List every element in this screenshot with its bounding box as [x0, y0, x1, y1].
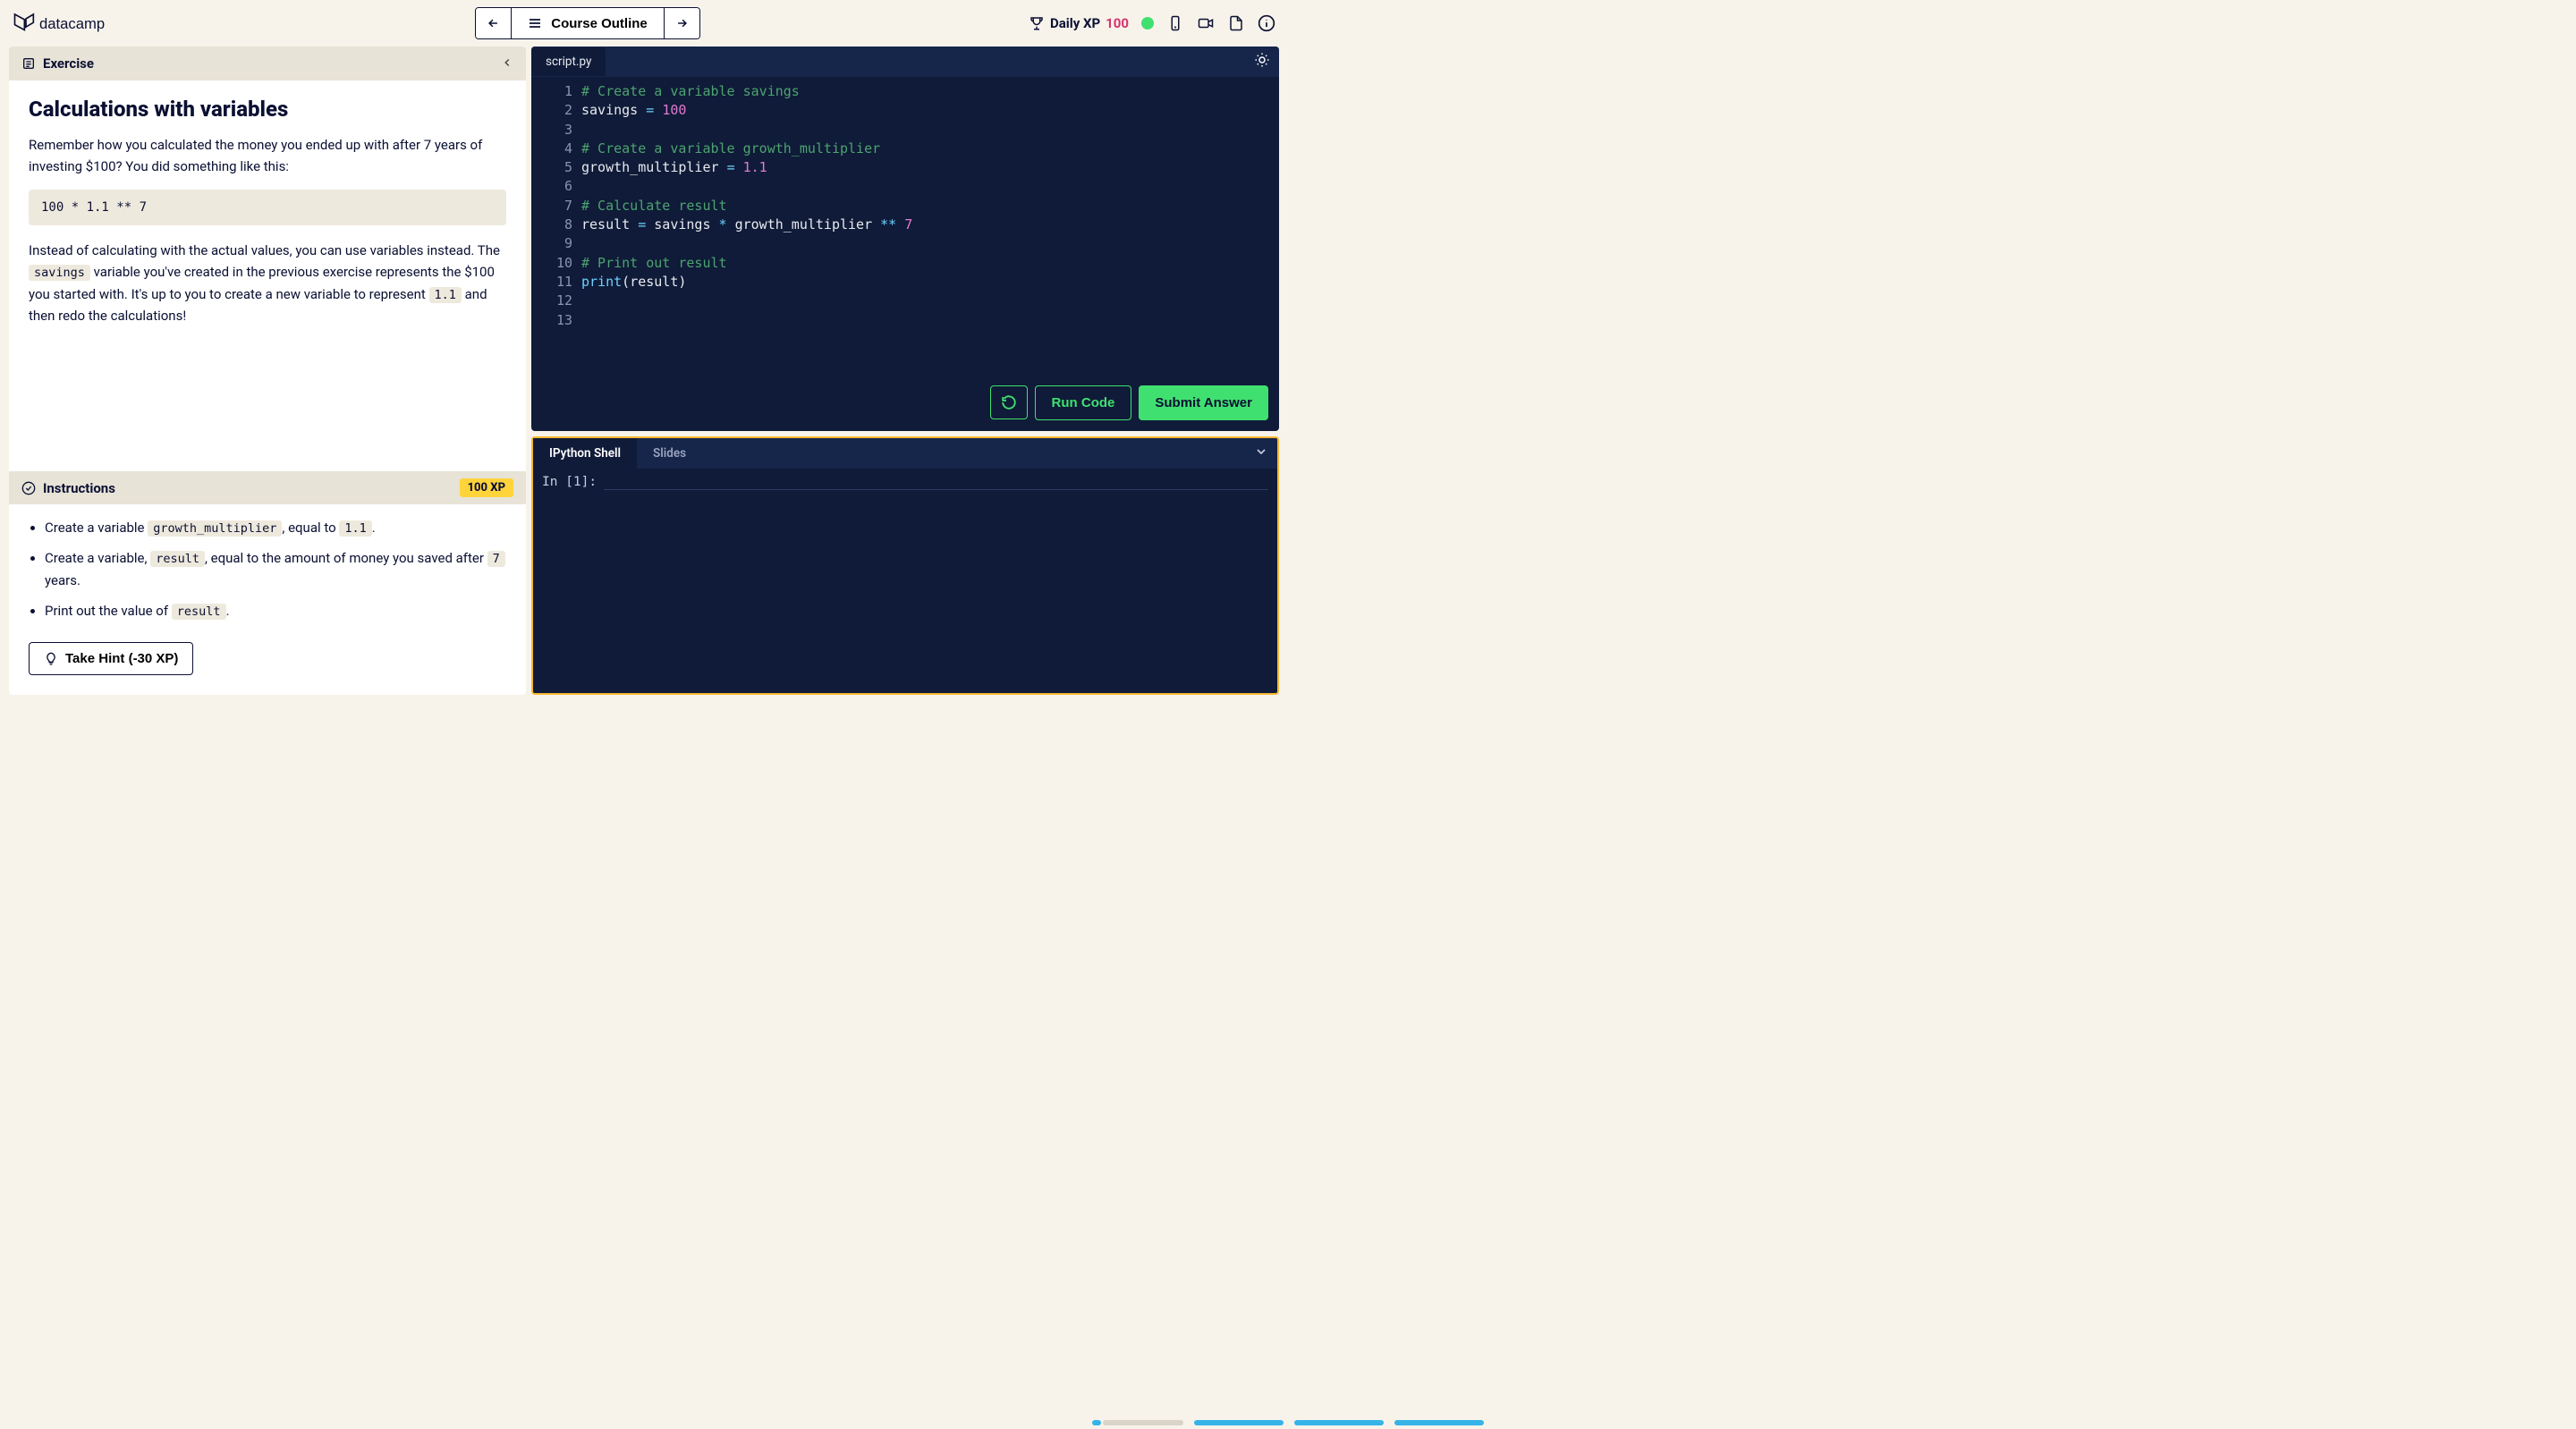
shell-prompt-label: In [1]:	[542, 475, 597, 489]
shell-tabs: IPython Shell Slides	[533, 438, 1277, 469]
daily-xp-value: 100	[1106, 15, 1129, 31]
exercise-title: Calculations with variables	[29, 97, 506, 122]
progress-chapter[interactable]	[1294, 1420, 1384, 1425]
course-outline-button[interactable]: Course Outline	[512, 8, 664, 38]
instruction-item: Create a variable growth_multiplier, equ…	[45, 517, 506, 540]
code-editor[interactable]: 123 456 789 101112 13 # Create a variabl…	[531, 77, 1279, 431]
tab-shell[interactable]: IPython Shell	[533, 438, 637, 469]
exercise-icon	[21, 56, 36, 71]
instructions-label: Instructions	[43, 480, 115, 496]
instruction-item: Create a variable, result, equal to the …	[45, 547, 506, 593]
progress-chapter[interactable]	[1194, 1420, 1284, 1425]
progress-chapter[interactable]	[1394, 1420, 1484, 1425]
submit-answer-button[interactable]: Submit Answer	[1139, 385, 1268, 420]
shell-pane: IPython Shell Slides In [1]:	[531, 436, 1279, 695]
right-panel: script.py 123 456 789 101112 13 # Create…	[531, 47, 1279, 695]
video-icon[interactable]	[1197, 14, 1215, 32]
course-progress	[1092, 1420, 1484, 1425]
exercise-content: Calculations with variables Remember how…	[9, 80, 526, 471]
app-header: datacamp Course Outline Daily XP 100	[0, 0, 1288, 47]
exercise-label: Exercise	[43, 55, 94, 72]
exercise-intro: Remember how you calculated the money yo…	[29, 134, 506, 177]
trophy-icon	[1029, 15, 1045, 31]
course-nav: Course Outline	[475, 7, 700, 39]
svg-text:datacamp: datacamp	[39, 15, 105, 32]
hint-button[interactable]: Take Hint (-30 XP)	[29, 642, 193, 675]
line-gutter: 123 456 789 101112 13	[531, 82, 581, 426]
lightbulb-icon	[44, 652, 58, 666]
next-button[interactable]	[664, 8, 699, 38]
editor-tabbar: script.py	[531, 47, 1279, 77]
check-circle-icon	[21, 481, 36, 495]
prev-button[interactable]	[476, 8, 512, 38]
header-right: Daily XP 100	[1029, 14, 1275, 32]
code-lines: # Create a variable savings savings = 10…	[581, 82, 1279, 426]
phone-icon[interactable]	[1166, 14, 1184, 32]
editor-pane: script.py 123 456 789 101112 13 # Create…	[531, 47, 1279, 431]
undo-icon	[1001, 394, 1017, 410]
collapse-left-button[interactable]	[501, 56, 513, 72]
daily-xp: Daily XP 100	[1029, 15, 1129, 31]
brand-logo[interactable]: datacamp	[13, 12, 147, 35]
exercise-panel: Exercise Calculations with variables Rem…	[9, 47, 526, 695]
connection-status-icon	[1141, 17, 1154, 30]
instructions-header: Instructions 100 XP	[9, 471, 526, 504]
tab-slides[interactable]: Slides	[637, 438, 702, 469]
reset-button[interactable]	[990, 385, 1028, 419]
progress-chapter[interactable]	[1092, 1420, 1183, 1425]
run-code-button[interactable]: Run Code	[1035, 385, 1132, 420]
editor-actions: Run Code Submit Answer	[990, 385, 1268, 420]
exercise-paragraph: Instead of calculating with the actual v…	[29, 240, 506, 326]
editor-tab[interactable]: script.py	[531, 47, 606, 76]
exercise-header: Exercise	[9, 47, 526, 80]
chevron-down-icon[interactable]	[1254, 444, 1268, 462]
xp-badge: 100 XP	[460, 478, 513, 497]
theme-toggle-icon[interactable]	[1254, 52, 1270, 72]
example-code: 100 * 1.1 ** 7	[29, 190, 506, 225]
document-icon[interactable]	[1227, 14, 1245, 32]
shell-body[interactable]: In [1]:	[533, 469, 1277, 693]
shell-input[interactable]	[604, 474, 1268, 490]
info-icon[interactable]	[1258, 14, 1275, 32]
instruction-item: Print out the value of result.	[45, 600, 506, 623]
course-outline-label: Course Outline	[551, 16, 648, 31]
main-layout: Exercise Calculations with variables Rem…	[0, 47, 1288, 704]
instructions-body: Create a variable growth_multiplier, equ…	[9, 504, 526, 695]
